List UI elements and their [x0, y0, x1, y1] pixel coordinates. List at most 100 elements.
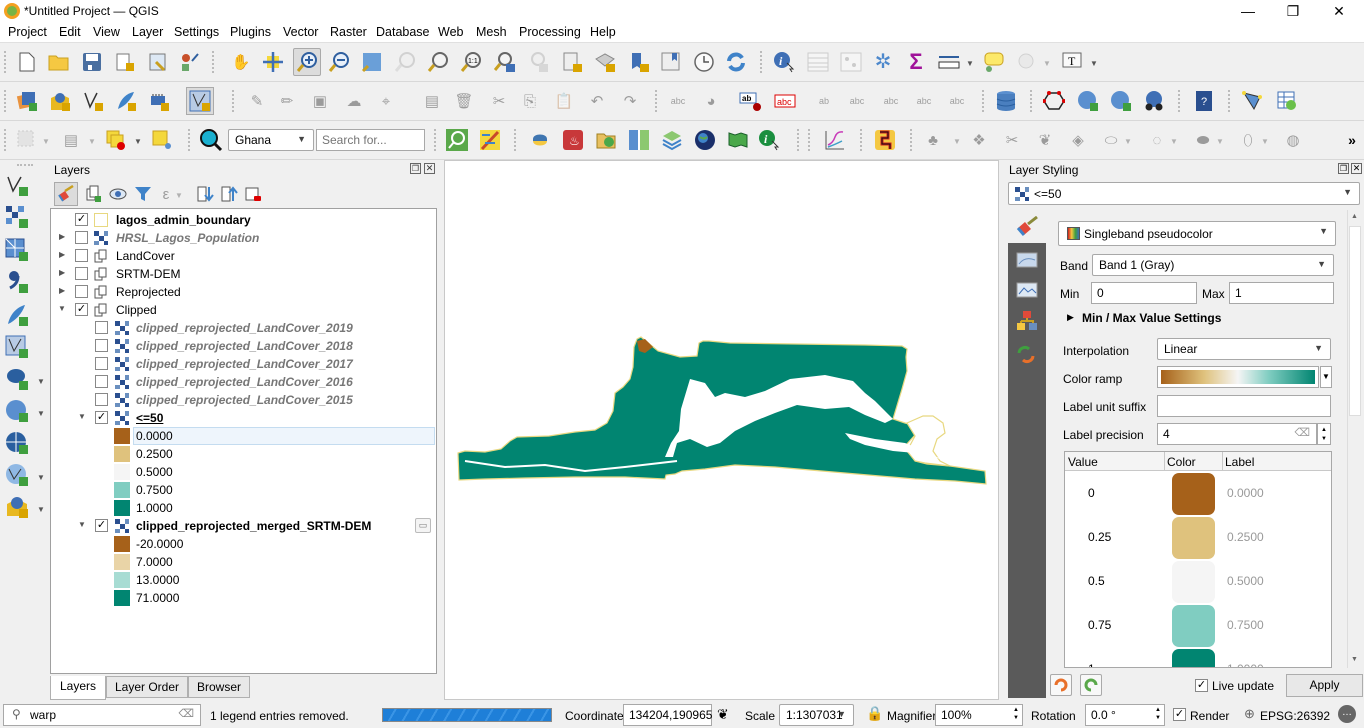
measure-dropdown-icon[interactable]: ▼ [966, 59, 974, 68]
group-item-srtm-dem[interactable]: ▶ SRTM-DEM [51, 265, 436, 283]
new-temporary-scratch-layer-icon[interactable] [114, 89, 138, 113]
toggle-editing-icon[interactable]: ✏ [275, 89, 299, 113]
layer-visibility-checkbox[interactable] [95, 321, 108, 334]
tab-layers[interactable]: Layers [50, 676, 106, 700]
column-header-label[interactable]: Label [1222, 452, 1256, 471]
add-wms-layer-icon[interactable] [5, 399, 29, 423]
toolbar-grip[interactable] [212, 51, 216, 73]
identify-green-icon[interactable]: i [757, 128, 781, 152]
toolbar-grip[interactable] [232, 90, 236, 112]
table-row[interactable]: 0 0.0000 [1065, 472, 1331, 516]
modify-attributes-icon[interactable]: ▤ [420, 89, 444, 113]
expand-arrow-icon[interactable]: ▶ [59, 232, 65, 241]
new-bookmark-icon[interactable] [627, 50, 651, 74]
table-row[interactable]: 0.75 0.7500 [1065, 604, 1331, 648]
change-label-icon[interactable]: abc [945, 89, 969, 113]
scrollbar-thumb[interactable] [1349, 226, 1361, 416]
class-color-swatch[interactable] [1172, 649, 1215, 667]
quickmapservices-search-icon[interactable] [445, 128, 469, 152]
class-color-swatch[interactable] [1172, 517, 1215, 559]
menu-project[interactable]: Project [8, 25, 47, 39]
label-unit-suffix-input[interactable] [1157, 395, 1331, 417]
close-panel-icon[interactable]: ✕ [1351, 163, 1362, 174]
topology-checker-icon[interactable] [1042, 89, 1066, 113]
scale-select[interactable]: 1:1307031 ▼ [779, 704, 854, 726]
menu-edit[interactable]: Edit [59, 25, 81, 39]
show-unplaced-labels-icon[interactable]: abc [773, 89, 797, 113]
redo-icon[interactable]: ↷ [618, 89, 642, 113]
restore-button[interactable]: ❐ [1270, 0, 1316, 23]
delete-selected-icon[interactable]: 🗑 [452, 89, 476, 113]
show-map-tips-icon[interactable] [1015, 50, 1039, 74]
toolbar-overflow-button[interactable]: » [1340, 128, 1364, 152]
metasearch-icon[interactable] [1142, 89, 1166, 113]
layer-visibility-checkbox[interactable] [75, 231, 88, 244]
new-spatial-bookmark-icon[interactable] [560, 50, 584, 74]
new-shapefile-layer-icon[interactable] [81, 89, 105, 113]
toolbar-grip[interactable] [1030, 90, 1034, 112]
new-print-layout-icon[interactable] [113, 50, 137, 74]
toolbar-grip[interactable] [860, 129, 864, 151]
spinbox-arrows-icon[interactable]: ▲ ▼ [1013, 706, 1019, 722]
select-features-icon[interactable] [15, 128, 39, 152]
zoom-native-resolution-icon[interactable]: 1:1 [459, 50, 483, 74]
toolbar-grip[interactable] [1228, 90, 1232, 112]
add-xyz-layer-icon[interactable] [5, 431, 29, 455]
undo-icon[interactable]: ↶ [585, 89, 609, 113]
add-ring-icon[interactable]: ⬬ [1191, 128, 1215, 152]
close-button[interactable]: ✕ [1316, 0, 1362, 23]
layer-visibility-checkbox[interactable] [95, 375, 108, 388]
float-panel-icon[interactable]: ❐ [1338, 163, 1349, 174]
collapse-all-icon[interactable] [217, 182, 241, 206]
split-parts-icon[interactable]: ❦ [1033, 128, 1057, 152]
wms-search-icon[interactable] [1109, 89, 1133, 113]
layer-visibility-checkbox[interactable] [95, 393, 108, 406]
styling-scrollbar[interactable]: ▲ ▼ [1347, 210, 1361, 668]
wms-add-icon[interactable] [1076, 89, 1100, 113]
layer-item-merged-srtm-dem[interactable]: ▼ ✓ clipped_reprojected_merged_SRTM-DEM … [51, 517, 436, 535]
minmax-settings-toggle[interactable]: Min / Max Value Settings [1082, 311, 1221, 325]
render-checkbox[interactable]: ✓ [1173, 708, 1186, 721]
history-tab-icon[interactable] [1016, 344, 1038, 366]
toolbar-grip[interactable] [797, 129, 801, 151]
toolbar-grip[interactable] [1178, 90, 1182, 112]
save-layer-edits-icon[interactable]: ▣ [308, 89, 332, 113]
layer-item-landcover-2019[interactable]: clipped_reprojected_LandCover_2019 [51, 319, 436, 337]
layer-item-landcover-2016[interactable]: clipped_reprojected_LandCover_2016 [51, 373, 436, 391]
merge-features-icon[interactable]: ◈ [1066, 128, 1090, 152]
rotate-label-icon[interactable]: abc [912, 89, 936, 113]
python-console-icon[interactable] [528, 128, 552, 152]
table-row[interactable]: 0.5 0.5000 [1065, 560, 1331, 604]
field-calculator-icon[interactable] [839, 50, 863, 74]
menu-processing[interactable]: Processing [519, 25, 581, 39]
expand-arrow-icon[interactable]: ▶ [1067, 312, 1074, 323]
class-color-swatch[interactable] [1172, 561, 1215, 603]
legend-item[interactable]: 1.0000 [51, 499, 436, 517]
legend-item[interactable]: 71.0000 [51, 589, 436, 607]
layer-item-landcover-2015[interactable]: clipped_reprojected_LandCover_2015 [51, 391, 436, 409]
dropdown-icon[interactable]: ▼ [37, 505, 45, 514]
batch-import-icon[interactable] [594, 128, 618, 152]
min-input[interactable]: 0 [1091, 282, 1197, 304]
legend-item[interactable]: 0.2500 [51, 445, 436, 463]
collapse-arrow-icon[interactable]: ▼ [58, 304, 66, 313]
add-vector-layer-icon[interactable] [5, 173, 29, 197]
redo-style-button[interactable] [1080, 674, 1102, 696]
processing-toolbox-icon[interactable]: ✲ [871, 50, 895, 74]
copy-features-icon[interactable]: ⎘ [518, 89, 542, 113]
layer-visibility-checkbox[interactable]: ✓ [95, 519, 108, 532]
layer-visibility-checkbox[interactable]: ✓ [95, 411, 108, 424]
show-hide-labels-icon[interactable]: abc [845, 89, 869, 113]
layer-item-landcover-2017[interactable]: clipped_reprojected_LandCover_2017 [51, 355, 436, 373]
messages-icon[interactable]: … [1338, 705, 1356, 723]
magnifier-spinbox[interactable]: 100% ▲ ▼ [935, 704, 1023, 726]
label-toolbar-icon[interactable]: abc [666, 89, 690, 113]
db-manager-icon[interactable] [994, 89, 1018, 113]
style-manager-icon[interactable] [54, 182, 78, 206]
menu-web[interactable]: Web [438, 25, 463, 39]
globe-earth-icon[interactable] [693, 128, 717, 152]
zoom-to-layer-icon[interactable] [426, 50, 450, 74]
color-ramp-button[interactable] [1157, 366, 1319, 388]
add-part-icon[interactable]: ⬯ [1236, 128, 1260, 152]
help-icon[interactable]: ? [1192, 89, 1216, 113]
